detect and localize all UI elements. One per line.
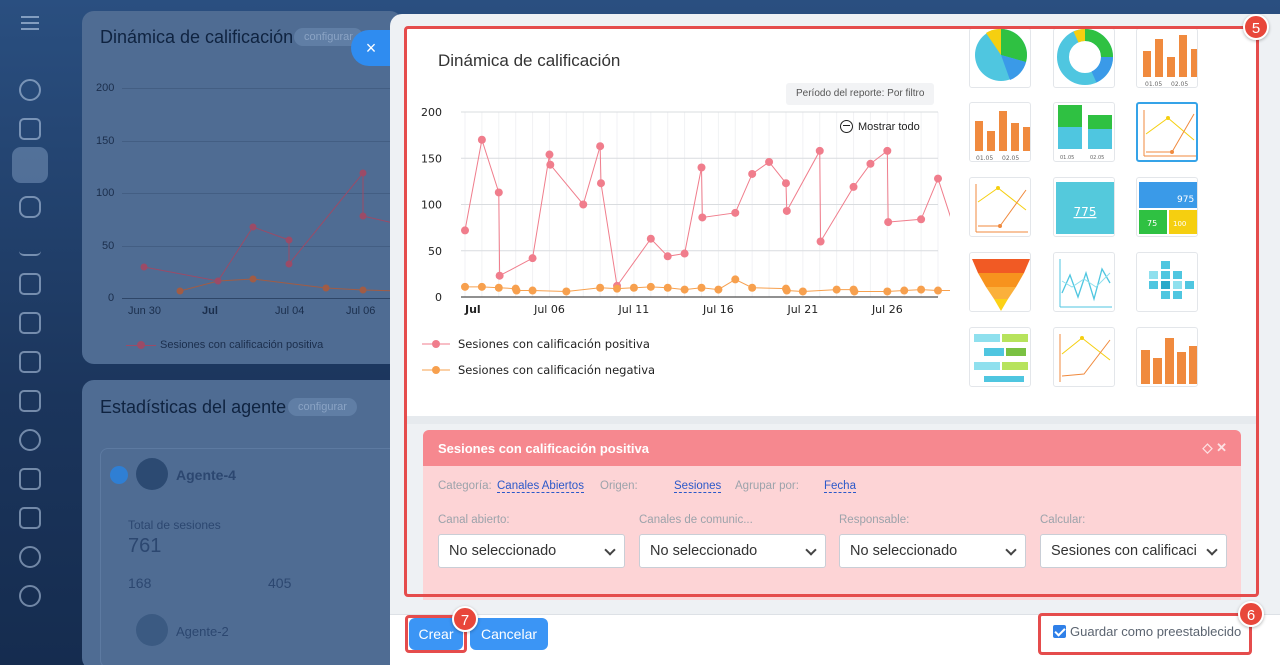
save-preset-label: Guardar como preestablecido <box>1070 624 1242 639</box>
rating-dynamics-card: Dinámica de calificación configurar 200 … <box>82 11 402 364</box>
agent-name[interactable]: Agente-4 <box>176 467 236 483</box>
sub-value: 168 <box>128 575 152 591</box>
x-tick: Jul 04 <box>275 305 305 317</box>
connections-icon[interactable] <box>19 79 41 101</box>
robot-icon[interactable] <box>19 196 41 218</box>
sub-value: 405 <box>268 575 292 591</box>
analytics-icon[interactable] <box>19 234 41 256</box>
cancel-button[interactable]: Cancelar <box>470 618 548 650</box>
report-editor-panel: Dinámica de calificación Período del rep… <box>390 14 1280 665</box>
legend-label: Sesiones con calificación positiva <box>160 339 324 351</box>
agent-stats-card: Estadísticas del agente configurar Agent… <box>82 380 402 665</box>
tasks-icon[interactable] <box>19 118 41 140</box>
total-label: Total de sesiones <box>128 518 221 532</box>
save-preset-checkbox[interactable]: Guardar como preestablecido <box>1053 624 1241 639</box>
filter-icon[interactable] <box>12 147 48 183</box>
settings-icon[interactable] <box>19 585 41 607</box>
total-value: 761 <box>128 535 162 557</box>
x-tick: Jun 30 <box>128 305 162 317</box>
step-badge: 7 <box>452 606 478 632</box>
card-title: Estadísticas del agente <box>100 397 287 417</box>
inbox-icon[interactable] <box>19 312 41 334</box>
checkbox-checked-icon[interactable] <box>1053 625 1066 638</box>
avatar <box>136 614 168 646</box>
x-tick: Jul 06 <box>346 305 376 317</box>
step-badge: 6 <box>1238 601 1264 627</box>
step-badge: 5 <box>1243 14 1269 40</box>
box-icon[interactable] <box>19 546 41 568</box>
collapse-icon[interactable] <box>110 466 128 484</box>
menu-icon[interactable] <box>21 16 39 30</box>
x-tick: Jul <box>202 305 218 317</box>
store-icon[interactable] <box>19 390 41 412</box>
avatar <box>136 458 168 490</box>
document-icon[interactable] <box>19 468 41 490</box>
left-navigation-rail <box>0 0 60 665</box>
editor-highlight <box>404 26 1259 597</box>
target-icon[interactable] <box>19 429 41 451</box>
agent-name[interactable]: Agente-2 <box>176 624 229 639</box>
close-icon[interactable]: × <box>351 30 391 66</box>
pen-icon[interactable] <box>19 507 41 529</box>
calendar-icon[interactable] <box>19 351 41 373</box>
cart-icon[interactable] <box>19 273 41 295</box>
configure-chip[interactable]: configurar <box>288 398 357 416</box>
